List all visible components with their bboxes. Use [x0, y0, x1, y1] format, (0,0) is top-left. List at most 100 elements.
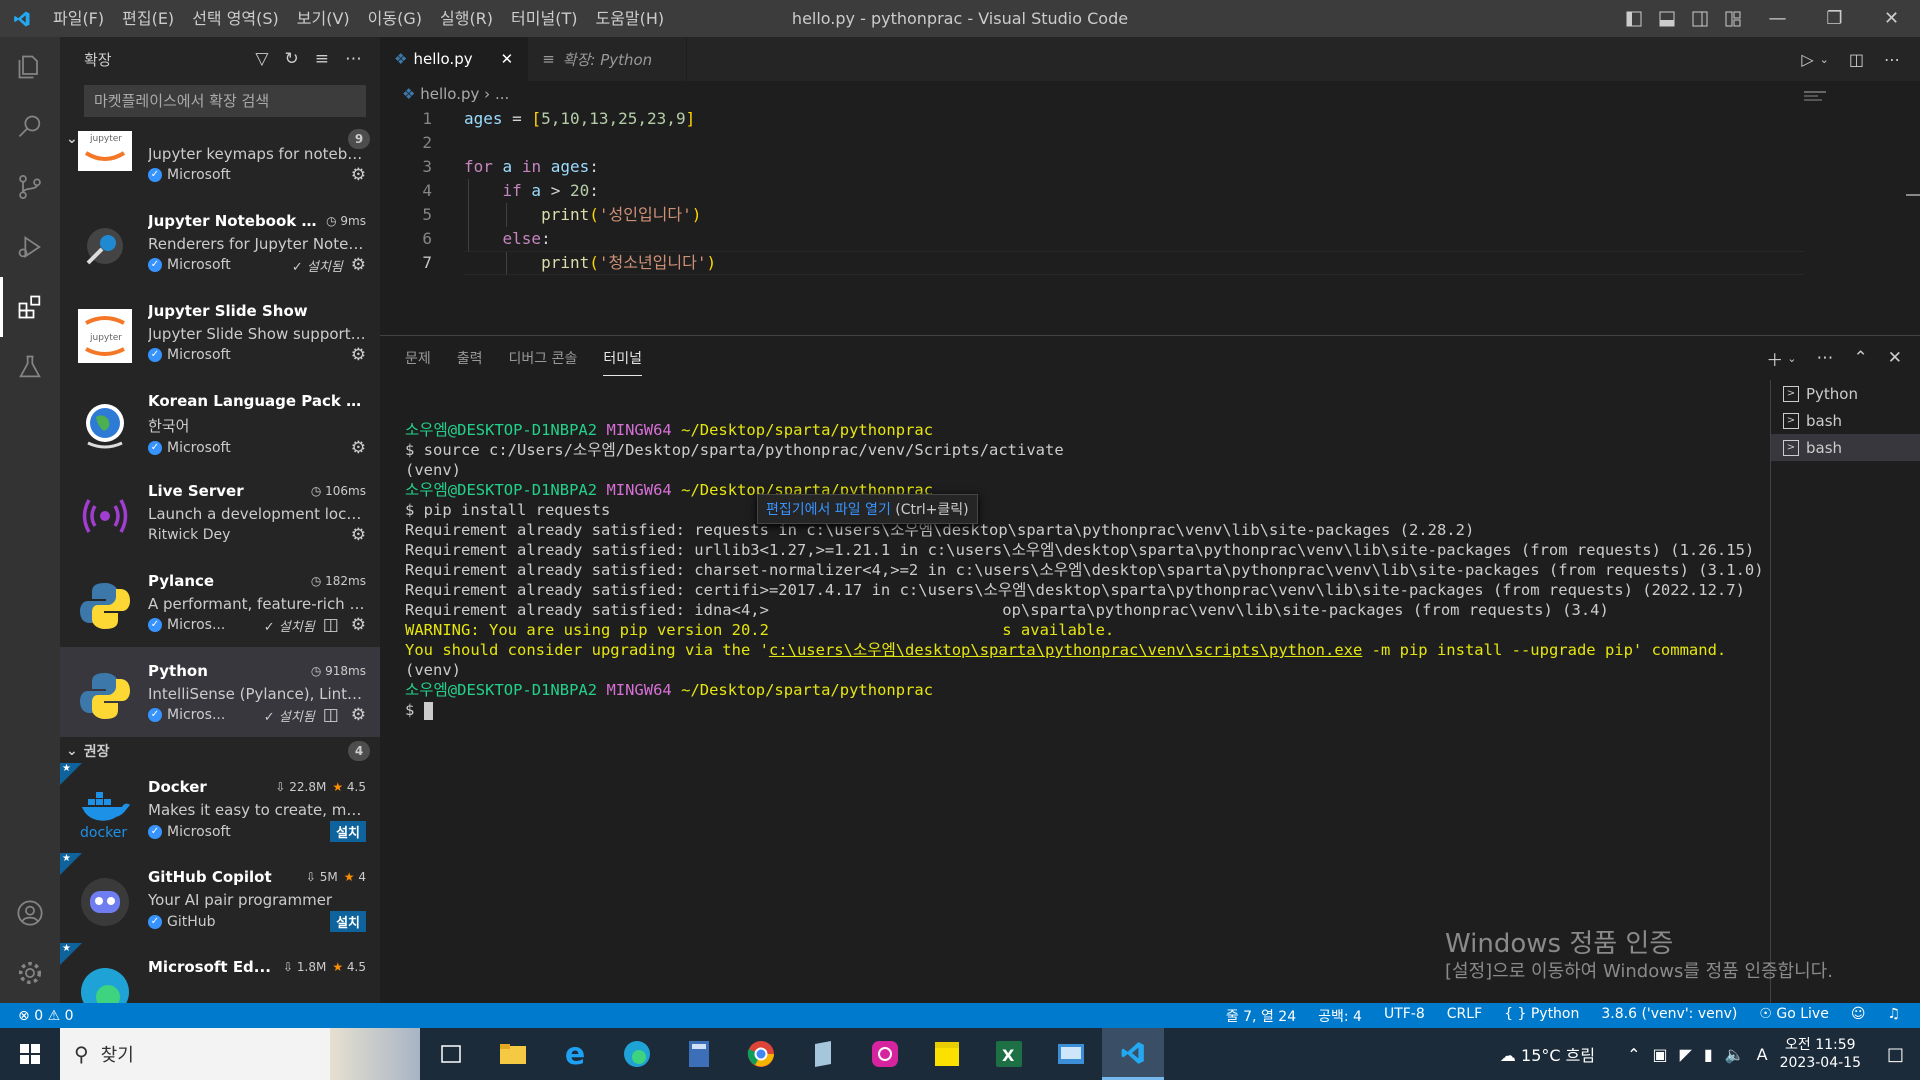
- gear-icon[interactable]: ⚙: [351, 525, 366, 545]
- source-control-icon[interactable]: [0, 157, 60, 217]
- file-path-link[interactable]: c:\users\소우엠\desktop\sparta\pythonprac\v…: [769, 641, 1362, 659]
- split-view-icon[interactable]: ◫: [323, 615, 339, 635]
- open-file-link[interactable]: 편집기에서 파일 열기: [766, 502, 891, 518]
- filter-icon[interactable]: ▽: [255, 49, 268, 69]
- menu-help[interactable]: 도움말(H): [586, 0, 673, 37]
- code-editor[interactable]: ❖ hello.py › ... 1 ages = [5,10,13,25,23,…: [380, 81, 1920, 335]
- clock[interactable]: 오전 11:59 2023-04-15: [1780, 1036, 1861, 1072]
- extension-item-docker[interactable]: ★ docker Docker ⇩ 22.8M ★ 4.5 Makes it eas…: [60, 763, 380, 853]
- control-panel-icon[interactable]: [1040, 1028, 1102, 1080]
- problems-indicator[interactable]: ⊗ 0 ⚠ 0: [0, 1008, 1226, 1024]
- feedback-icon[interactable]: ☺: [1851, 1006, 1866, 1026]
- gear-icon[interactable]: ⚙: [351, 615, 366, 635]
- tab-debug-console[interactable]: 디버그 콘솔: [509, 336, 578, 380]
- calculator-icon[interactable]: [668, 1028, 730, 1080]
- excel-icon[interactable]: X: [978, 1028, 1040, 1080]
- refresh-icon[interactable]: ↻: [285, 49, 299, 69]
- menu-selection[interactable]: 선택 영역(S): [183, 0, 288, 37]
- recommended-section-header[interactable]: ⌄ 권장 4: [60, 739, 380, 763]
- extension-item-jupyter-notebook-renderers[interactable]: Jupyter Notebook R... ◷ 9ms Renderers for…: [60, 197, 380, 287]
- tab-extension-python[interactable]: ≡ 확장: Python: [528, 37, 688, 81]
- task-view-icon[interactable]: [420, 1028, 482, 1080]
- split-view-icon[interactable]: ◫: [323, 705, 339, 725]
- accounts-icon[interactable]: [0, 883, 60, 943]
- tab-problems[interactable]: 문제: [405, 336, 431, 380]
- encoding[interactable]: UTF-8: [1384, 1006, 1425, 1026]
- menu-file[interactable]: 파일(F): [44, 0, 113, 37]
- windows-start-icon[interactable]: [0, 1028, 60, 1080]
- close-window-button[interactable]: ✕: [1863, 0, 1920, 37]
- taskbar-search[interactable]: ⚲ 찾기: [60, 1028, 420, 1080]
- install-button[interactable]: 설치: [330, 821, 366, 842]
- line-ending[interactable]: CRLF: [1447, 1006, 1482, 1026]
- run-file-icon[interactable]: ▷: [1801, 50, 1813, 69]
- testing-icon[interactable]: [0, 337, 60, 397]
- terminal-dropdown-icon[interactable]: ⌄: [1787, 352, 1796, 365]
- weather-widget[interactable]: ☁ 15°C 흐림: [1500, 1042, 1595, 1066]
- gear-icon[interactable]: ⚙: [351, 705, 366, 725]
- python-interpreter[interactable]: 3.8.6 ('venv': venv): [1601, 1006, 1737, 1026]
- new-terminal-icon[interactable]: ＋: [1766, 346, 1783, 371]
- input-method-indicator[interactable]: A: [1757, 1045, 1768, 1064]
- manage-gear-icon[interactable]: [0, 943, 60, 1003]
- terminal-item-bash-active[interactable]: > bash: [1771, 434, 1920, 461]
- maximize-panel-icon[interactable]: ⌃: [1854, 348, 1868, 368]
- minimize-button[interactable]: —: [1749, 0, 1806, 37]
- gear-icon[interactable]: ⚙: [351, 438, 366, 458]
- explorer-icon[interactable]: [0, 37, 60, 97]
- breadcrumb-symbols[interactable]: ...: [495, 85, 509, 103]
- menu-run[interactable]: 실행(R): [431, 0, 502, 37]
- clear-icon[interactable]: ≡: [315, 49, 329, 69]
- gear-icon[interactable]: ⚙: [351, 345, 366, 365]
- language-mode[interactable]: { } Python: [1504, 1006, 1579, 1026]
- notification-center-icon[interactable]: □: [1887, 1044, 1904, 1065]
- go-live-button[interactable]: ☉ Go Live: [1759, 1006, 1828, 1026]
- chrome-icon[interactable]: [730, 1028, 792, 1080]
- tab-terminal[interactable]: 터미널: [603, 336, 642, 380]
- terminal-item-python[interactable]: > Python: [1771, 380, 1920, 407]
- meet-now-icon[interactable]: ▣: [1652, 1045, 1667, 1064]
- search-icon[interactable]: [0, 97, 60, 157]
- extension-item-microsoft-edge[interactable]: ★ Microsoft Ed... ⇩ 1.8M ★ 4.5: [60, 943, 380, 1003]
- volume-icon[interactable]: 🔈: [1725, 1045, 1745, 1064]
- internet-explorer-icon[interactable]: e: [544, 1028, 606, 1080]
- gear-icon[interactable]: ⚙: [351, 165, 366, 185]
- more-actions-icon[interactable]: ⋯: [1817, 348, 1834, 368]
- extension-item-python[interactable]: Python ◷ 918ms IntelliSense (Pylance), Li…: [60, 647, 380, 737]
- extension-item-pylance[interactable]: Pylance ◷ 182ms A performant, feature-ric…: [60, 557, 380, 647]
- edge-icon[interactable]: [606, 1028, 668, 1080]
- tab-hello-py[interactable]: ❖ hello.py ✕: [380, 37, 529, 81]
- menu-go[interactable]: 이동(G): [359, 0, 431, 37]
- more-actions-icon[interactable]: ⋯: [345, 49, 362, 69]
- extension-item-jupyter-slide-show[interactable]: jupyter Jupyter Slide Show Jupyter Slide…: [60, 287, 380, 377]
- terminal-output[interactable]: 소우엠@DESKTOP-D1NBPA2 MINGW64 ~/Desktop/sp…: [405, 420, 1764, 720]
- network-icon[interactable]: ◤: [1680, 1045, 1692, 1064]
- instagram-icon[interactable]: [854, 1028, 916, 1080]
- terminal-item-bash[interactable]: > bash: [1771, 407, 1920, 434]
- install-button[interactable]: 설치: [330, 911, 366, 932]
- customize-layout-icon[interactable]: [1716, 0, 1749, 37]
- extensions-icon[interactable]: [0, 277, 60, 337]
- close-panel-icon[interactable]: ✕: [1888, 348, 1902, 368]
- vscode-taskbar-icon[interactable]: [1102, 1028, 1164, 1080]
- extension-item-korean-language-pack[interactable]: Korean Language Pack for... 한국어 ✓ Microso…: [60, 377, 380, 467]
- toggle-primary-sidebar-icon[interactable]: [1617, 0, 1650, 37]
- file-explorer-icon[interactable]: [482, 1028, 544, 1080]
- tray-overflow-icon[interactable]: ⌃: [1627, 1045, 1640, 1064]
- sticky-notes-icon[interactable]: [916, 1028, 978, 1080]
- breadcrumb-file[interactable]: hello.py: [420, 85, 479, 103]
- gear-icon[interactable]: ⚙: [351, 255, 366, 275]
- extension-item-github-copilot[interactable]: ★ GitHub Copilot ⇩ 5M ★ 4 Your AI pair pro…: [60, 853, 380, 943]
- split-editor-icon[interactable]: ◫: [1849, 50, 1864, 69]
- toggle-secondary-sidebar-icon[interactable]: [1683, 0, 1716, 37]
- run-debug-icon[interactable]: [0, 217, 60, 277]
- extension-search-input[interactable]: 마켓플레이스에서 확장 검색: [84, 85, 366, 117]
- run-dropdown-icon[interactable]: ⌄: [1820, 53, 1829, 66]
- close-tab-icon[interactable]: ✕: [501, 50, 514, 68]
- tab-output[interactable]: 출력: [457, 336, 483, 380]
- menu-terminal[interactable]: 터미널(T): [502, 0, 586, 37]
- notifications-bell-icon[interactable]: ♫: [1887, 1006, 1900, 1026]
- more-actions-icon[interactable]: ⋯: [1884, 50, 1900, 69]
- minimap[interactable]: [1804, 91, 1832, 103]
- toggle-panel-icon[interactable]: [1650, 0, 1683, 37]
